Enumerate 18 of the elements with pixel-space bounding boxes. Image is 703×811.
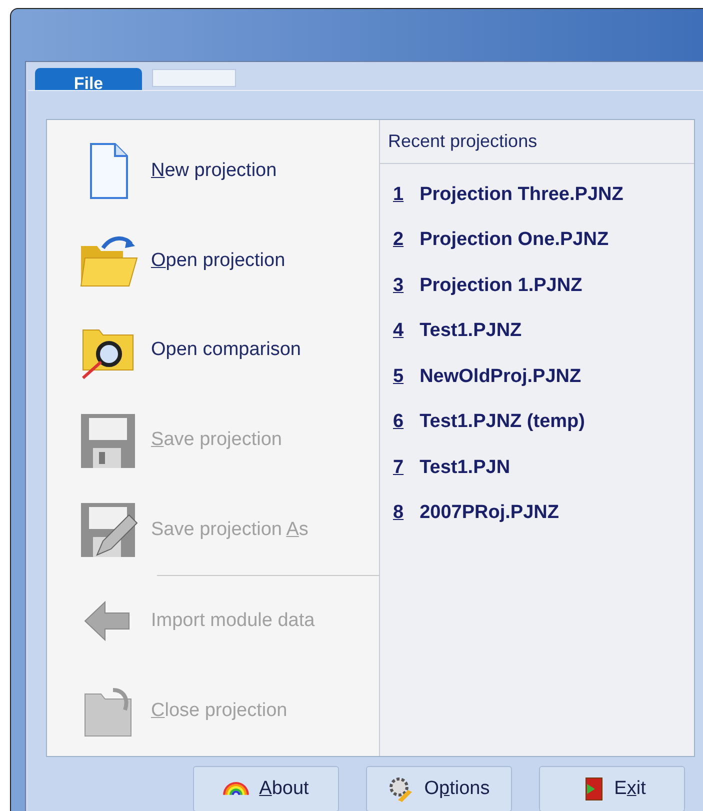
about-button[interactable]: About xyxy=(193,766,339,811)
options-button[interactable]: Options xyxy=(366,766,512,811)
recent-file-item[interactable]: 1 Projection Three.PJNZ xyxy=(393,172,694,218)
menu-item[interactable]: Open comparison xyxy=(77,306,379,396)
exit-button[interactable]: Exit xyxy=(539,766,685,811)
recent-file-item[interactable]: 3 Projection 1.PJNZ xyxy=(393,263,694,308)
menu-item[interactable]: Open projection xyxy=(77,216,379,306)
recent-file-item[interactable]: 4 Test1.PJNZ xyxy=(393,308,694,354)
recent-file-item[interactable]: 8 2007PRoj.PJNZ xyxy=(393,490,694,536)
ribbon-tab[interactable] xyxy=(152,69,236,87)
recent-file-item[interactable]: 7 Test1.PJN xyxy=(393,445,694,490)
gear-wrench-icon xyxy=(388,776,414,802)
menu-item[interactable]: New projection xyxy=(77,126,379,216)
recent-file-item[interactable]: 5 NewOldProj.PJNZ xyxy=(393,354,694,400)
recent-header: Recent projections xyxy=(380,120,694,164)
recent-file-item[interactable]: 2 Projection One.PJNZ xyxy=(393,218,694,263)
rainbow-icon xyxy=(223,782,250,796)
recent-file-item[interactable]: 6 Test1.PJNZ (temp) xyxy=(393,400,694,445)
